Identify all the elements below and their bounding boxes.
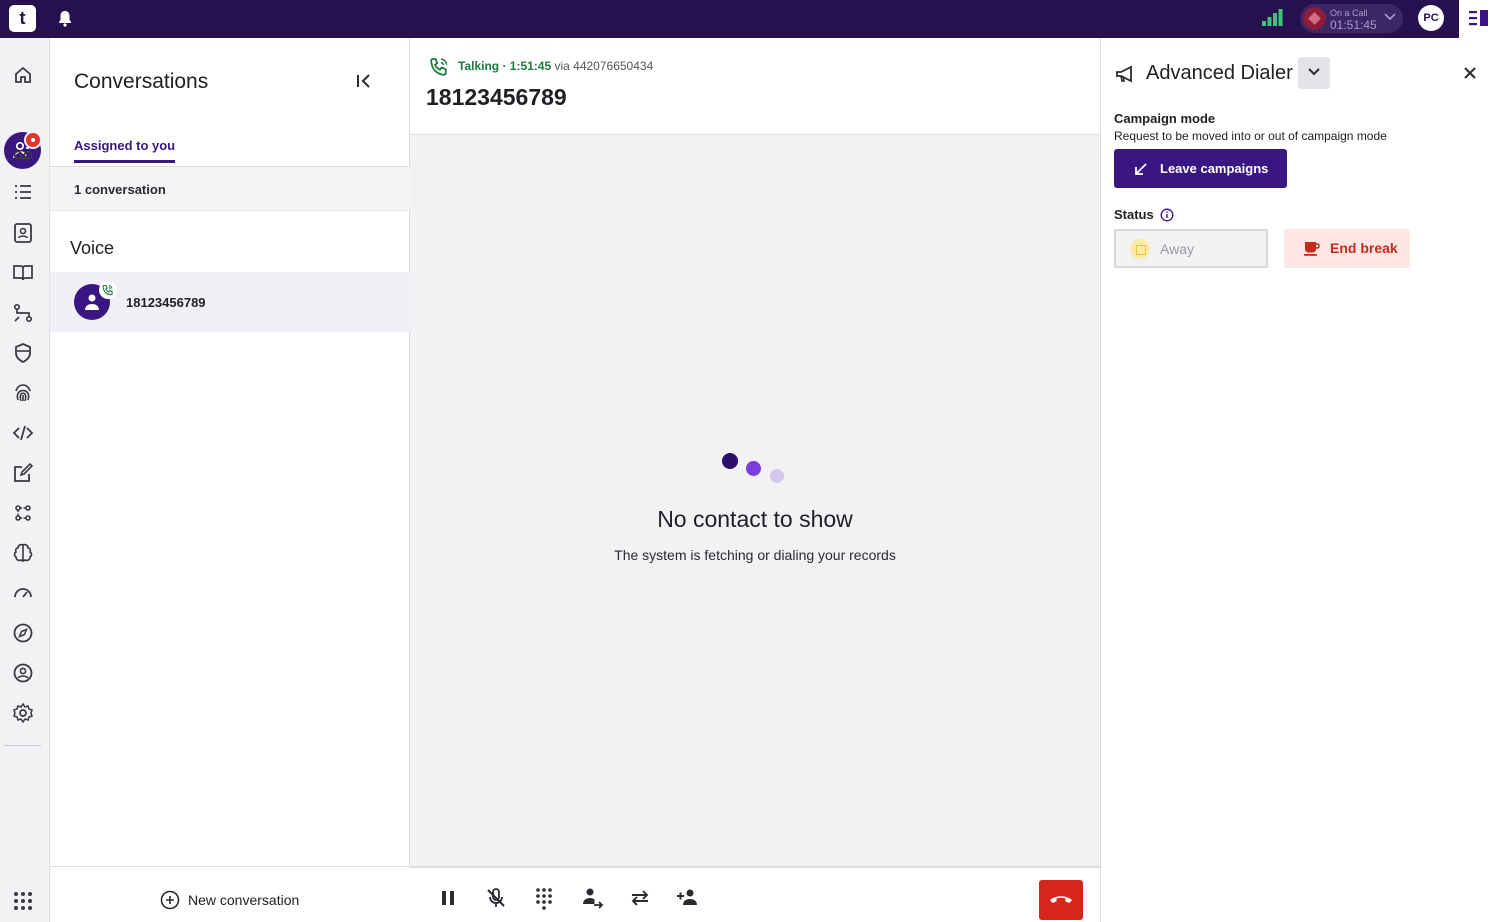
away-status-icon xyxy=(1130,239,1150,259)
status-label-row: Status xyxy=(1114,207,1174,222)
bell-icon[interactable] xyxy=(57,10,73,27)
analytics-icon[interactable] xyxy=(12,502,34,524)
conversation-footer: New conversation xyxy=(50,866,410,922)
coffee-cup-icon xyxy=(1304,242,1320,256)
fingerprint-icon[interactable] xyxy=(12,382,34,404)
add-participant-icon[interactable] xyxy=(676,886,700,910)
phone-call-icon xyxy=(428,56,450,78)
arrow-down-left-icon xyxy=(1135,163,1147,175)
chevron-down-icon xyxy=(1308,68,1320,76)
chevron-down-icon[interactable] xyxy=(1384,13,1396,21)
shield-icon[interactable] xyxy=(12,342,34,364)
home-icon[interactable] xyxy=(12,64,34,86)
status-select[interactable]: Away xyxy=(1114,229,1268,268)
campaign-mode-subtitle: Request to be moved into or out of campa… xyxy=(1114,129,1387,143)
dialer-dropdown[interactable] xyxy=(1298,57,1330,89)
book-icon[interactable] xyxy=(12,262,34,284)
advanced-dialer-panel: Advanced Dialer Campaign mode Request to… xyxy=(1100,38,1498,922)
user-avatar[interactable]: PC xyxy=(1418,5,1444,31)
leave-campaigns-button[interactable]: Leave campaigns xyxy=(1114,149,1287,188)
conversation-number: 18123456789 xyxy=(126,295,206,310)
conversations-panel: Conversations Assigned to you 1 conversa… xyxy=(50,38,410,922)
mute-icon[interactable] xyxy=(484,886,508,910)
empty-state-title: No contact to show xyxy=(657,506,853,532)
code-icon[interactable] xyxy=(12,422,34,444)
settings-icon[interactable] xyxy=(12,702,34,724)
plus-circle-icon xyxy=(160,890,180,910)
dialpad-icon[interactable] xyxy=(532,886,556,910)
end-break-button[interactable]: End break xyxy=(1284,229,1410,268)
status-label: Status xyxy=(1114,207,1154,222)
left-nav xyxy=(0,38,50,922)
panel-title: Advanced Dialer xyxy=(1146,62,1293,84)
conversation-count: 1 conversation xyxy=(74,182,166,197)
info-icon xyxy=(1160,208,1174,221)
apps-grid-icon[interactable] xyxy=(12,890,34,912)
call-status-line: Talking · 1:51:45 via 442076650434 xyxy=(458,59,653,73)
call-status-icon xyxy=(1303,7,1326,30)
collapse-panel-icon[interactable] xyxy=(355,72,373,90)
speedometer-icon[interactable] xyxy=(12,582,34,604)
close-icon[interactable] xyxy=(1463,66,1477,80)
list-item[interactable]: 18123456789 xyxy=(50,272,410,332)
compass-icon[interactable] xyxy=(12,622,34,644)
loading-indicator xyxy=(722,453,792,483)
conversations-title: Conversations xyxy=(74,70,209,93)
call-header: Talking · 1:51:45 via 442076650434 18123… xyxy=(410,38,1100,135)
edit-icon[interactable] xyxy=(12,462,34,484)
megaphone-icon xyxy=(1115,64,1137,84)
new-conversation-label: New conversation xyxy=(188,892,300,908)
call-controls xyxy=(410,866,1100,922)
call-via: via 442076650434 xyxy=(554,59,654,73)
app-logo[interactable]: t xyxy=(9,5,36,32)
voice-section-header: Voice xyxy=(70,238,115,258)
call-number: 18123456789 xyxy=(426,84,567,110)
workflow-icon[interactable] xyxy=(12,302,34,324)
pause-icon[interactable] xyxy=(436,886,460,910)
conversation-count-row: 1 conversation xyxy=(50,167,410,211)
on-call-label: On a Call xyxy=(1330,8,1368,18)
top-bar: t On a Call 01:51:45 PC xyxy=(0,0,1459,38)
call-area: Talking · 1:51:45 via 442076650434 18123… xyxy=(410,38,1100,922)
call-status: Talking · 1:51:45 xyxy=(458,59,552,73)
end-break-label: End break xyxy=(1330,240,1398,256)
phone-call-icon xyxy=(99,281,117,299)
list-icon[interactable] xyxy=(12,182,34,204)
status-value: Away xyxy=(1160,241,1194,257)
brain-icon[interactable] xyxy=(12,542,34,564)
contacts-icon[interactable] xyxy=(12,222,34,244)
transfer-icon[interactable] xyxy=(580,886,604,910)
user-circle-icon[interactable] xyxy=(12,662,34,684)
hangup-icon xyxy=(1050,896,1072,903)
on-call-timer: 01:51:45 xyxy=(1330,18,1377,32)
on-call-status[interactable]: On a Call 01:51:45 xyxy=(1300,4,1403,33)
signal-strength-icon xyxy=(1262,9,1283,26)
swap-icon[interactable] xyxy=(628,886,652,910)
voicemail-icon[interactable] xyxy=(12,144,34,166)
empty-state-subtitle: The system is fetching or dialing your r… xyxy=(614,547,896,563)
campaign-mode-title: Campaign mode xyxy=(1114,111,1216,126)
panel-toggle-icon[interactable] xyxy=(1459,0,1498,38)
leave-campaigns-label: Leave campaigns xyxy=(1160,161,1269,176)
new-conversation-button[interactable]: New conversation xyxy=(160,890,299,910)
tab-assigned-to-you[interactable]: Assigned to you xyxy=(74,138,176,163)
hangup-button[interactable] xyxy=(1039,880,1083,920)
nav-divider xyxy=(4,745,41,746)
